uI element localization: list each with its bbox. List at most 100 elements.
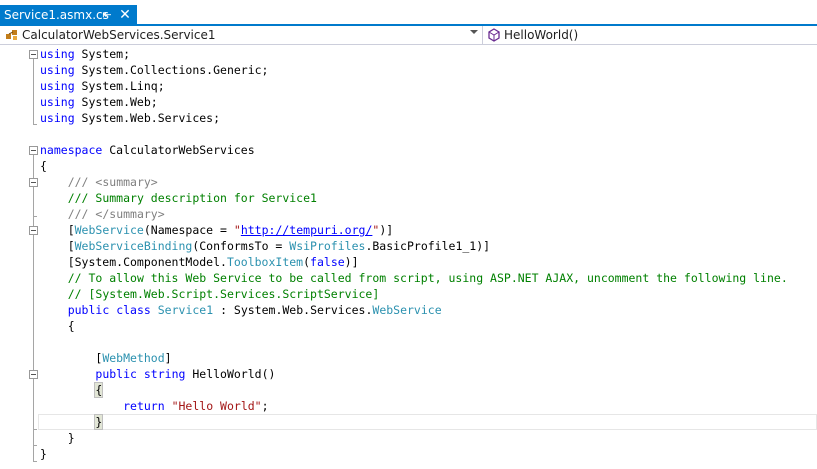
code-token: System.Linq; [74, 79, 165, 93]
code-token: WebServiceBinding [74, 239, 193, 253]
code-token: using [40, 79, 75, 93]
code-token: System; [74, 47, 131, 61]
code-token: )] [344, 255, 359, 269]
code-line[interactable]: { [40, 318, 75, 334]
code-token: using [40, 111, 75, 125]
code-line[interactable]: } [40, 446, 47, 462]
tab-title: Service1.asmx.cs [4, 8, 109, 22]
code-token: )] [379, 223, 394, 237]
code-token: <summary> [95, 175, 158, 189]
outline-end [33, 429, 37, 430]
pin-icon[interactable]: ⇤ [101, 7, 113, 23]
code-token: using [40, 63, 75, 77]
code-line[interactable]: { [40, 382, 104, 398]
code-token: WebMethod [102, 351, 165, 365]
code-token: false [310, 255, 345, 269]
collapse-toggle-usings[interactable] [29, 50, 38, 59]
code-token: WebService [74, 223, 144, 237]
code-line[interactable]: [WebMethod] [40, 350, 172, 366]
code-token: namespace [40, 143, 103, 157]
outline-end [33, 216, 37, 217]
code-line[interactable]: using System.Web.Services; [40, 110, 220, 126]
collapse-toggle-summary[interactable] [29, 178, 38, 187]
class-dropdown-label: CalculatorWebServices.Service1 [22, 28, 216, 42]
code-line[interactable]: } [40, 414, 104, 430]
code-line[interactable]: using System.Web; [40, 94, 158, 110]
code-line[interactable]: public class Service1 : System.Web.Servi… [40, 302, 442, 318]
code-line[interactable]: [System.ComponentModel.ToolboxItem(false… [40, 254, 359, 270]
code-token: public [67, 303, 110, 317]
code-line[interactable]: namespace CalculatorWebServices [40, 142, 255, 158]
code-token: Service1 [157, 303, 214, 317]
close-icon[interactable]: ✕ [119, 7, 131, 23]
code-line[interactable]: return "Hello World"; [40, 398, 269, 414]
code-token: System.Web; [74, 95, 158, 109]
code-line[interactable]: [WebService(Namespace = "http://tempuri.… [40, 222, 394, 238]
code-token: [ [40, 239, 75, 253]
code-line[interactable]: /// </summary> [40, 206, 165, 222]
code-token: ] [164, 351, 172, 365]
code-token: WsiProfiles [289, 239, 366, 253]
member-dropdown-label: HelloWorld() [504, 28, 579, 42]
code-token: " [233, 223, 241, 237]
outline-gutter [0, 46, 38, 469]
outline-end [33, 461, 37, 462]
code-token: class [116, 303, 151, 317]
code-line[interactable]: // To allow this Web Service to be calle… [40, 270, 788, 286]
collapse-toggle-namespace[interactable] [29, 146, 38, 155]
code-line[interactable]: public string HelloWorld() [40, 366, 275, 382]
class-dropdown[interactable]: CalculatorWebServices.Service1 [0, 26, 483, 44]
code-line[interactable]: [WebServiceBinding(ConformsTo = WsiProfi… [40, 238, 490, 254]
code-token: // To allow this Web Service to be calle… [67, 271, 788, 285]
code-line[interactable]: /// <summary> [40, 174, 158, 190]
code-token: { [40, 319, 75, 333]
code-token: "Hello World" [171, 399, 262, 413]
collapse-toggle-method[interactable] [29, 370, 38, 379]
collapse-toggle-class[interactable] [29, 226, 38, 235]
document-tab-strip: Service1.asmx.cs ⇤ ✕ [0, 0, 817, 25]
code-line[interactable]: using System; [40, 46, 130, 62]
code-token: .BasicProfile1_1)] [365, 239, 491, 253]
code-token: public [95, 367, 137, 381]
code-line[interactable]: // [System.Web.Script.Services.ScriptSer… [40, 286, 380, 302]
chevron-down-icon[interactable] [470, 30, 478, 34]
code-token: : System.Web.Services. [213, 303, 373, 317]
code-token: /// [67, 207, 89, 221]
code-token: { [94, 382, 104, 398]
code-token: [ [40, 223, 75, 237]
class-icon [6, 30, 17, 40]
code-token: } [40, 431, 75, 445]
code-token: using [40, 47, 75, 61]
code-line[interactable]: { [40, 158, 47, 174]
document-tab[interactable]: Service1.asmx.cs ⇤ ✕ [0, 5, 137, 25]
current-line-highlight [38, 414, 817, 430]
code-token: CalculatorWebServices [102, 143, 255, 157]
code-line[interactable]: } [40, 430, 75, 446]
code-line[interactable]: using System.Collections.Generic; [40, 62, 269, 78]
code-token: (Namespace = [143, 223, 234, 237]
member-dropdown[interactable]: HelloWorld() [483, 26, 817, 44]
code-token: return [123, 399, 165, 413]
code-token: WebService [372, 303, 442, 317]
code-line[interactable]: /// Summary description for Service1 [40, 190, 317, 206]
code-token: ToolboxItem [226, 255, 304, 269]
code-token: HelloWorld() [185, 367, 276, 381]
outline-line [33, 187, 34, 217]
code-token: /// [67, 175, 89, 189]
code-editor[interactable]: using System; using System.Collections.Ge… [0, 46, 817, 469]
code-line[interactable]: using System.Linq; [40, 78, 165, 94]
code-token: ; [261, 399, 269, 413]
code-token: (ConformsTo = [192, 239, 290, 253]
